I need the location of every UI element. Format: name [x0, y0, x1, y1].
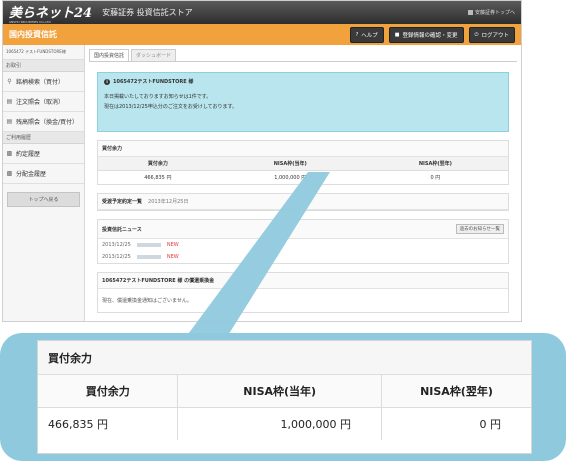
panel-title: 1065472テストFUNDSTORE 様 の償還乗換金 [102, 278, 215, 284]
news-title-redacted [136, 255, 161, 259]
account-settings-label: 登録情報の確認・変更 [402, 32, 458, 39]
sidebar-section-history: ご利用履歴 [3, 132, 84, 144]
section-bar: 国内投資信託 ? ヘルプ ■ 登録情報の確認・変更 ⏻ ログアウト [3, 24, 521, 45]
new-badge: NEW [166, 254, 179, 260]
sidebar-item-label: 注文照会（取消） [16, 99, 65, 106]
sidebar-item-balance-inquiry[interactable]: ▤ 残高照会（換金/買付） [3, 112, 84, 132]
table-cell: 0 円 [362, 170, 508, 184]
callout-panel: 買付余力 買付余力 NISA枠(当年) NISA枠(翌年) 466,835 円 … [37, 340, 532, 454]
callout-title: 買付余力 [38, 341, 531, 375]
notice-line: 現在は2013/12/25申込分のご注文をお受けしております。 [104, 104, 238, 110]
table-cell: 466,835 円 [98, 170, 218, 184]
document-icon: ▤ [6, 98, 13, 105]
logo-subtext: ANSHU SECURITIES CO.,LTD [9, 19, 51, 24]
logo-text: 美らネット24 [9, 5, 93, 21]
news-date: 2013/12/25 [102, 254, 131, 260]
sidebar-item-label: 残高照会（換金/買付） [16, 119, 79, 126]
panel-title: 買付余力 [102, 146, 123, 152]
logout-button[interactable]: ⏻ ログアウト [468, 26, 515, 43]
notice-box: i 1065472テストFUNDSTORE 様 本日掲載いたしておりますお知らせは… [97, 72, 509, 132]
past-news-button[interactable]: 過去のお知らせ一覧 [455, 224, 504, 234]
news-title-redacted [136, 243, 161, 247]
folder-icon: ▩ [6, 150, 13, 157]
purchase-power-panel: 買付余力 買付余力 NISA枠(当年) NISA枠(翌年) 466,835 円 … [97, 140, 509, 185]
sidebar-item-execution-history[interactable]: ▩ 約定履歴 [3, 144, 84, 164]
sidebar-item-label: 分配金履歴 [16, 171, 47, 178]
zoom-callout: 買付余力 買付余力 NISA枠(当年) NISA枠(翌年) 466,835 円 … [0, 333, 566, 461]
help-button-label: ヘルプ [361, 32, 378, 39]
delivery-schedule-panel: 受渡予定約定一覧 2013年12月25日 [97, 193, 509, 211]
news-date: 2013/12/25 [102, 242, 131, 248]
sidebar-section-trading: お取引 [3, 60, 84, 72]
help-button[interactable]: ? ヘルプ [349, 26, 384, 43]
user-name: 1065472 テストFUNDSTORE様 [3, 45, 84, 60]
user-icon: ■ [394, 31, 400, 38]
back-to-top-button[interactable]: トップへ戻る [7, 192, 80, 207]
panel-title: 受渡予定約定一覧 [102, 199, 143, 205]
brand-title: 安藤証券 投資信託ストア [102, 8, 193, 17]
news-panel: 投資信託ニュース 過去のお知らせ一覧 2013/12/25 NEW 2013/12/… [97, 219, 509, 264]
account-settings-button[interactable]: ■ 登録情報の確認・変更 [388, 26, 464, 43]
table-header: NISA枠(翌年) [381, 375, 531, 408]
table-header: NISA枠(当年) [217, 157, 363, 171]
building-icon [467, 10, 473, 15]
top-page-link-label: 安藤証券トップへ [474, 10, 515, 16]
table-cell: 1,000,000 円 [177, 407, 382, 440]
section-title: 国内投資信託 [9, 30, 57, 39]
list-icon: ▤ [6, 118, 13, 125]
help-icon: ? [355, 31, 359, 38]
app-window: 美らネット24 ANSHU SECURITIES CO.,LTD 安藤証券 投資… [2, 0, 522, 322]
top-page-link[interactable]: 安藤証券トップへ [467, 9, 515, 16]
delivery-date: 2013年12月25日 [148, 199, 189, 205]
table-cell: 1,000,000 円 [217, 170, 363, 184]
callout-table: 買付余力 NISA枠(当年) NISA枠(翌年) 466,835 円 1,000… [38, 375, 531, 440]
purchase-power-table: 買付余力 NISA枠(当年) NISA枠(翌年) 466,835 円 1,000… [98, 157, 508, 184]
table-cell: 466,835 円 [38, 407, 179, 440]
new-badge: NEW [166, 242, 179, 248]
logo[interactable]: 美らネット24 ANSHU SECURITIES CO.,LTD [9, 2, 92, 24]
logout-label: ログアウト [481, 32, 509, 39]
info-icon: i [104, 78, 110, 85]
top-header: 美らネット24 ANSHU SECURITIES CO.,LTD 安藤証券 投資… [3, 1, 521, 24]
panel-title: 投資信託ニュース [102, 226, 142, 233]
redemption-message: 現在、償還乗換金通知はございません。 [98, 289, 508, 312]
main-content: 国内投資信託 ダッシュボード i 1065472テストFUNDSTORE 様 本日… [85, 45, 521, 321]
table-header: NISA枠(当年) [177, 375, 382, 408]
list-item[interactable]: 2013/12/25 NEW [98, 239, 508, 251]
table-cell: 0 円 [479, 418, 502, 431]
tab-domestic-funds[interactable]: 国内投資信託 [89, 49, 130, 61]
notice-title: 1065472テストFUNDSTORE 様 [113, 79, 194, 85]
search-icon: ⚲ [7, 78, 12, 85]
table-header: 買付余力 [98, 157, 218, 171]
notice-line: 本日掲載いたしておりますお知らせは1件です。 [104, 94, 212, 100]
breadcrumb-tabs: 国内投資信託 ダッシュボード [89, 49, 517, 62]
table-header: 買付余力 [38, 375, 179, 408]
sidebar-item-label: 銘柄検索（買付） [16, 79, 65, 86]
folder-icon: ▩ [6, 170, 13, 177]
sidebar-item-label: 約定履歴 [16, 151, 41, 158]
sidebar-item-fund-search[interactable]: ⚲ 銘柄検索（買付） [3, 72, 84, 92]
redemption-panel: 1065472テストFUNDSTORE 様 の償還乗換金 現在、償還乗換金通知は… [97, 272, 509, 313]
list-item[interactable]: 2013/12/25 NEW [98, 251, 508, 263]
sidebar: 1065472 テストFUNDSTORE様 お取引 ⚲ 銘柄検索（買付） ▤ 注文照… [3, 45, 85, 321]
tab-dashboard[interactable]: ダッシュボード [131, 49, 177, 61]
table-header: NISA枠(翌年) [362, 157, 508, 171]
sidebar-item-dividend-history[interactable]: ▩ 分配金履歴 [3, 164, 84, 184]
power-icon: ⏻ [474, 31, 479, 38]
sidebar-item-order-inquiry[interactable]: ▤ 注文照会（取消） [3, 92, 84, 112]
